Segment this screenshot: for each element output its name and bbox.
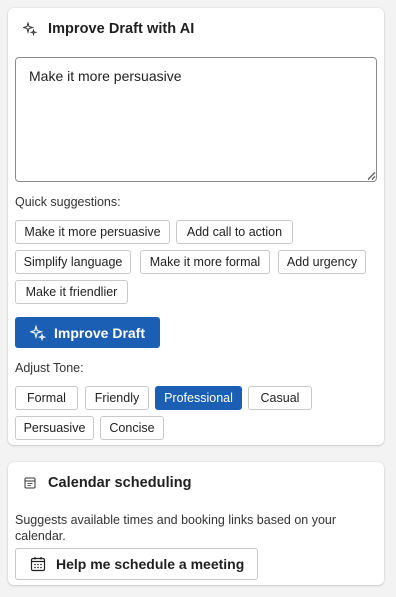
improve-draft-button-label: Improve Draft (53, 324, 146, 341)
tone-chip-friendly[interactable]: Friendly (85, 386, 149, 410)
suggestion-chip-formal[interactable]: Make it more formal (140, 250, 270, 274)
quick-suggestions-label: Quick suggestions: (15, 195, 121, 209)
calendar-description: Suggests available times and booking lin… (15, 513, 337, 543)
improve-draft-title: Improve Draft with AI (48, 21, 195, 37)
suggestion-chip-urgency[interactable]: Add urgency (278, 250, 366, 274)
tone-chip-formal[interactable]: Formal (15, 386, 78, 410)
suggestion-chip-persuasive[interactable]: Make it more persuasive (15, 220, 170, 244)
calendar-icon (22, 475, 38, 491)
schedule-meeting-button[interactable]: Help me schedule a meeting (15, 548, 258, 580)
calendar-grid-icon (30, 556, 46, 572)
schedule-meeting-label: Help me schedule a meeting (56, 556, 245, 572)
improve-draft-button[interactable]: Improve Draft (15, 317, 160, 348)
tone-chip-persuasive[interactable]: Persuasive (15, 416, 94, 440)
suggestion-chip-friendlier[interactable]: Make it friendlier (15, 280, 128, 304)
prompt-input[interactable]: Make it more persuasive (15, 57, 377, 182)
sparkle-icon (22, 21, 38, 37)
adjust-tone-label: Adjust Tone: (15, 361, 84, 375)
suggestion-chip-simplify[interactable]: Simplify language (15, 250, 131, 274)
calendar-scheduling-header: Calendar scheduling (22, 475, 192, 491)
improve-draft-header: Improve Draft with AI (22, 21, 194, 37)
sparkle-icon (29, 324, 46, 341)
improve-draft-card: Improve Draft with AI Make it more persu… (8, 8, 384, 445)
calendar-scheduling-card: Calendar scheduling Suggests available t… (8, 462, 384, 585)
suggestion-chip-call-to-action[interactable]: Add call to action (176, 220, 293, 244)
tone-chip-casual[interactable]: Casual (248, 386, 312, 410)
tone-chip-professional[interactable]: Professional (155, 386, 242, 410)
calendar-scheduling-title: Calendar scheduling (48, 475, 192, 491)
tone-chip-concise[interactable]: Concise (100, 416, 164, 440)
